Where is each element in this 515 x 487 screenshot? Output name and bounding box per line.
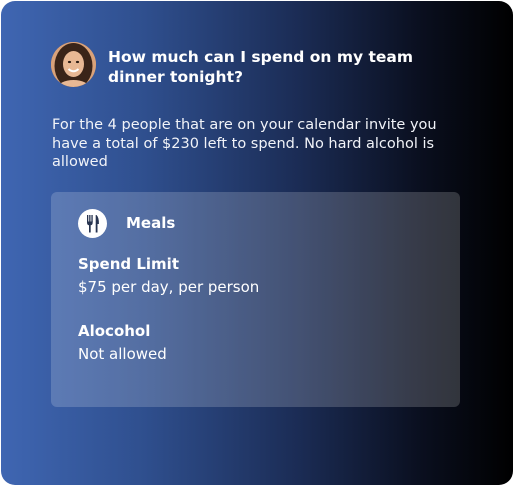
alcohol-label: Alocohol [78,322,151,340]
alcohol-value: Not allowed [78,345,167,363]
policy-card: Meals Spend Limit $75 per day, per perso… [51,192,460,407]
policy-title: Meals [126,214,176,232]
fork-knife-icon [78,209,107,238]
spend-limit-label: Spend Limit [78,255,179,273]
chat-card: How much can I spend on my team dinner t… [1,1,513,485]
assistant-answer: For the 4 people that are on your calend… [52,117,437,170]
user-avatar [51,42,96,87]
user-question: How much can I spend on my team dinner t… [108,48,414,86]
spend-limit-value: $75 per day, per person [78,278,260,296]
